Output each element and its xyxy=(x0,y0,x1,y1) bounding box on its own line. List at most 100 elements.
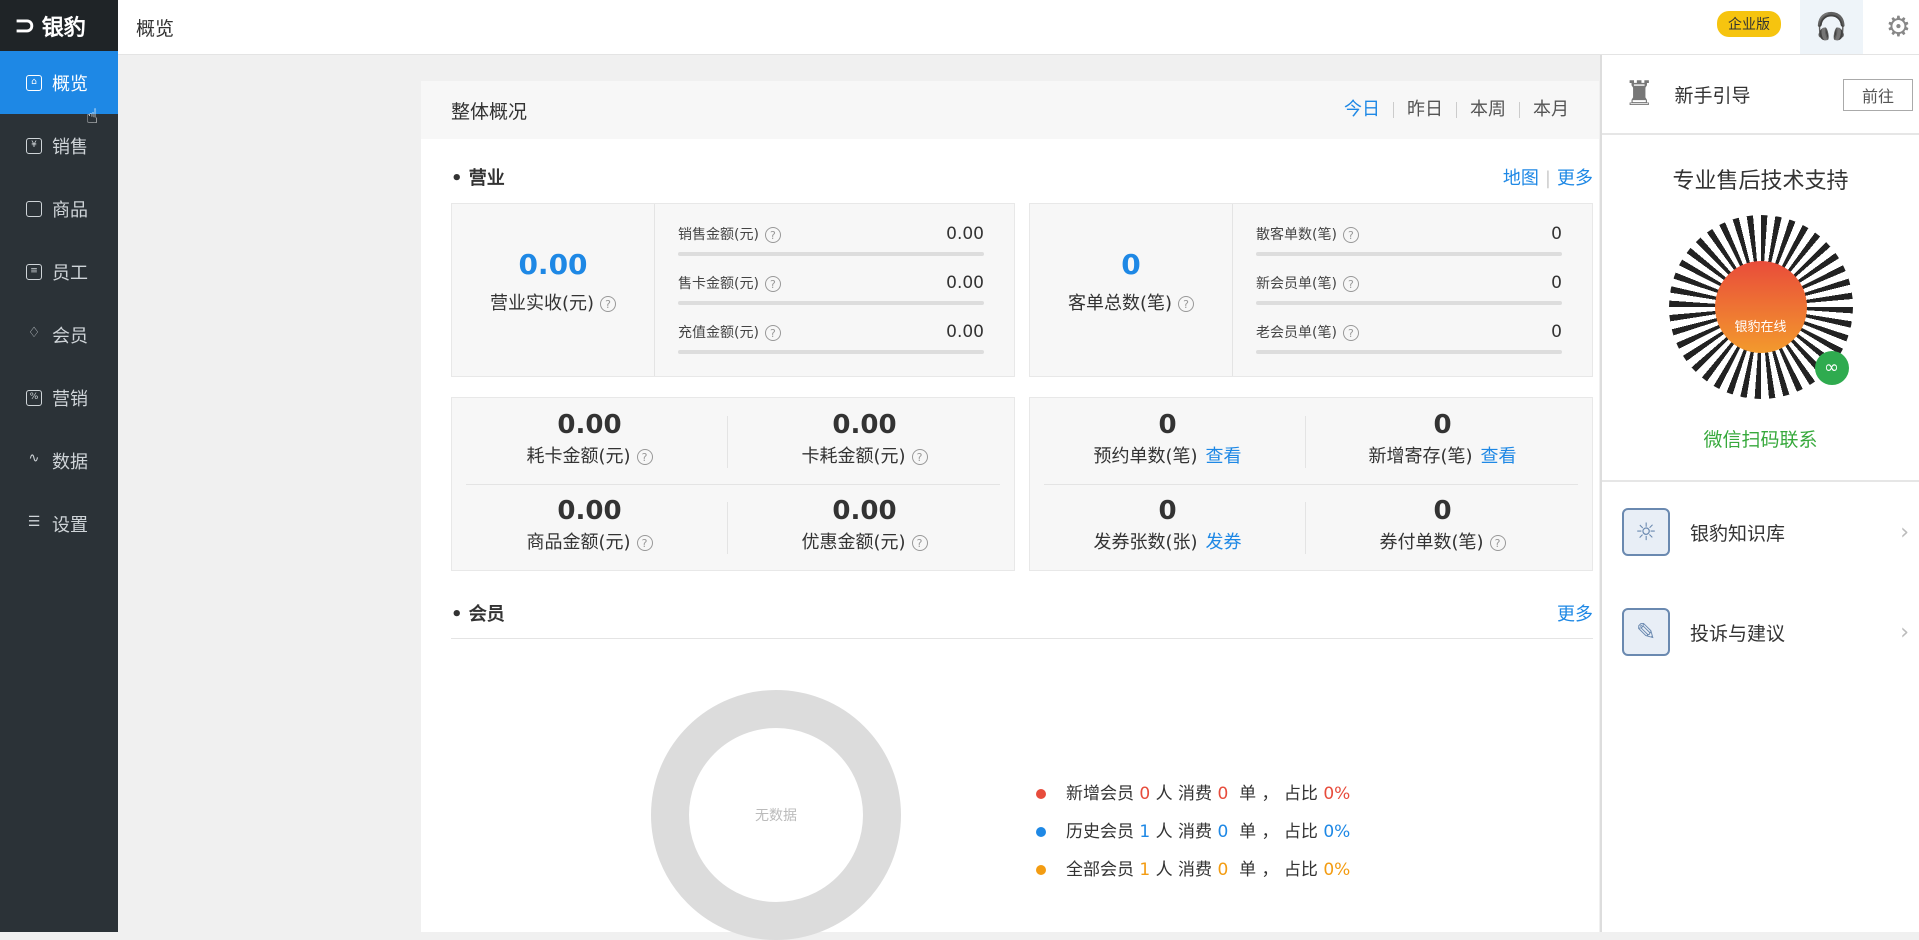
tab-this-month[interactable]: 本月 xyxy=(1519,101,1569,119)
brand-name: 银豹 xyxy=(41,15,86,41)
top-bar: 概览 企业版 🎧 ⚙ xyxy=(118,0,1919,55)
page-title: 概览 xyxy=(136,18,175,40)
business-links: 地图 | 更多 xyxy=(1502,168,1593,189)
wechat-contact-text: 微信扫码联系 xyxy=(1703,429,1818,451)
sidebar-item-settings[interactable]: ☰ 设置 xyxy=(0,492,118,555)
tab-this-week[interactable]: 本周 xyxy=(1456,101,1519,119)
members-more-link[interactable]: 更多 xyxy=(1557,600,1593,626)
sidebar-item-members[interactable]: ♢ 会员 xyxy=(0,303,118,366)
legend-item: 历史会员 1 人 消费 0 单 ， 占比 0% xyxy=(1036,817,1350,842)
help-icon[interactable]: ? xyxy=(636,449,653,465)
section-title-text: 营业 xyxy=(468,168,505,189)
sidebar-item-marketing[interactable]: % 营销 xyxy=(0,366,118,429)
map-link[interactable]: 地图 xyxy=(1503,168,1539,189)
revenue-value: 0.00 xyxy=(518,248,588,281)
goto-button[interactable]: 前往 xyxy=(1842,79,1913,111)
help-icon[interactable]: ? xyxy=(1342,227,1359,243)
home-icon: ⌂ xyxy=(26,74,42,91)
metric-cell: 0.00 卡耗金额(元)? xyxy=(727,410,1002,468)
tab-yesterday[interactable]: 昨日 xyxy=(1393,101,1456,119)
donut-empty-text: 无数据 xyxy=(755,808,797,824)
box-icon xyxy=(26,200,42,217)
help-icon[interactable]: ? xyxy=(764,276,781,292)
help-icon[interactable]: ? xyxy=(1178,296,1195,312)
view-deposits-link[interactable]: 查看 xyxy=(1481,446,1517,467)
lighthouse-icon: ♜ xyxy=(1624,74,1655,114)
metric-value: 0.00 xyxy=(946,224,984,244)
qr-logo: 银豹在线 xyxy=(1714,261,1807,353)
knowledge-base-link[interactable]: ☼ 银豹知识库 › xyxy=(1602,482,1919,582)
chevron-right-icon: › xyxy=(1900,619,1909,645)
legend-dot xyxy=(1036,865,1046,875)
help-icon[interactable]: ? xyxy=(600,296,617,312)
help-icon[interactable]: ? xyxy=(764,325,781,341)
sidebar-item-label: 设置 xyxy=(52,514,88,536)
sidebar-item-label: 销售 xyxy=(52,136,88,158)
feedback-pen-icon: ✎ xyxy=(1622,608,1670,656)
diamond-icon: ♢ xyxy=(27,324,41,341)
tag-icon: % xyxy=(26,389,42,406)
metric-row: 销售金额(元)? 0.00 xyxy=(678,224,984,244)
legend-dot xyxy=(1036,827,1046,837)
legend-dot xyxy=(1036,789,1046,799)
section-title-members: • 会员 xyxy=(451,604,505,625)
sidebar-item-label: 数据 xyxy=(52,451,88,473)
feedback-link[interactable]: ✎ 投诉与建议 › xyxy=(1602,582,1919,682)
metric-row: 新会员单(笔)? 0 xyxy=(1256,273,1562,293)
mini-program-icon: ∞ xyxy=(1814,351,1849,385)
metric-row: 售卡金额(元)? 0.00 xyxy=(678,273,984,293)
help-icon[interactable]: ? xyxy=(636,535,653,551)
brand-mark-icon: ⊃ xyxy=(14,10,36,41)
metric-value: 0.00 xyxy=(946,322,984,342)
more-link[interactable]: 更多 xyxy=(1557,168,1593,189)
help-icon[interactable]: ? xyxy=(764,227,781,243)
metric-row: 散客单数(笔)? 0 xyxy=(1256,224,1562,244)
support-panel: ♜ 新手引导 前往 专业售后技术支持 银豹在线 ∞ 微信扫码联系 ☼ 银豹知识库… xyxy=(1600,55,1919,932)
help-icon[interactable]: ? xyxy=(911,449,928,465)
consumption-card: 0.00 耗卡金额(元)? 0.00 卡耗金额(元)? 0.00 商品金额(元)… xyxy=(451,397,1015,571)
panel-title: 整体概况 xyxy=(451,100,528,123)
knowledge-book-icon: ☼ xyxy=(1622,508,1670,556)
revenue-label: 营业实收(元)? xyxy=(452,289,654,315)
orders-value: 0 xyxy=(1121,248,1141,281)
member-donut-chart: 无数据 xyxy=(651,690,901,940)
section-title-business: • 营业 xyxy=(451,168,505,189)
sidebar-item-label: 会员 xyxy=(52,325,88,347)
help-icon[interactable]: ? xyxy=(1342,325,1359,341)
panel-header: 整体概况 今日 昨日 本周 本月 xyxy=(421,81,1599,139)
sidebar: ⊃ 银豹 ⌂ 概览 ¥ 销售 商品 ≡ 员工 ♢ 会员 % 营销 ∿ 数据 ☰ … xyxy=(0,0,118,932)
metric-cell: 0.00 优惠金额(元)? xyxy=(727,496,1002,554)
chart-icon: ∿ xyxy=(28,450,40,466)
appointment-card: 0 预约单数(笔) 查看 0 新增寄存(笔) 查看 0 发券张数(张) 发券 0 券付… xyxy=(1029,397,1593,571)
date-range-tabs: 今日 昨日 本周 本月 xyxy=(1331,101,1569,119)
wechat-qr-code: 银豹在线 ∞ xyxy=(1668,215,1853,399)
section-title-text: 会员 xyxy=(468,604,505,625)
metric-value: 0 xyxy=(1551,322,1562,342)
id-card-icon: ≡ xyxy=(26,263,42,280)
headset-icon[interactable]: 🎧 xyxy=(1800,0,1863,54)
tab-today[interactable]: 今日 xyxy=(1331,101,1393,119)
orders-label: 客单总数(笔)? xyxy=(1030,289,1232,315)
beginner-guide: ♜ 新手引导 前往 xyxy=(1602,55,1919,135)
mouse-pointer-icon: ☝ xyxy=(86,104,99,128)
sidebar-item-staff[interactable]: ≡ 员工 xyxy=(0,240,118,303)
metric-row: 老会员单(笔)? 0 xyxy=(1256,322,1562,342)
orders-card: 0 客单总数(笔)? 散客单数(笔)? 0 新会员单(笔)? 0 老会员单(笔)… xyxy=(1029,203,1593,377)
issue-coupon-link[interactable]: 发券 xyxy=(1206,532,1242,553)
help-icon[interactable]: ? xyxy=(1489,535,1506,551)
metric-cell: 0 新增寄存(笔) 查看 xyxy=(1368,410,1517,467)
help-icon[interactable]: ? xyxy=(1342,276,1359,292)
chevron-right-icon: › xyxy=(1900,519,1909,545)
gear-icon[interactable]: ⚙ xyxy=(1886,10,1911,43)
money-icon: ¥ xyxy=(26,137,42,154)
sidebar-item-data[interactable]: ∿ 数据 xyxy=(0,429,118,492)
metric-value: 0 xyxy=(1551,224,1562,244)
legend-item: 全部会员 1 人 消费 0 单 ， 占比 0% xyxy=(1036,855,1350,880)
brand-logo[interactable]: ⊃ 银豹 xyxy=(0,0,118,51)
metric-value: 0 xyxy=(1551,273,1562,293)
sidebar-item-sales[interactable]: ¥ 销售 xyxy=(0,114,118,177)
sidebar-item-overview[interactable]: ⌂ 概览 xyxy=(0,51,118,114)
help-icon[interactable]: ? xyxy=(911,535,928,551)
sidebar-item-products[interactable]: 商品 xyxy=(0,177,118,240)
view-appointments-link[interactable]: 查看 xyxy=(1206,446,1242,467)
